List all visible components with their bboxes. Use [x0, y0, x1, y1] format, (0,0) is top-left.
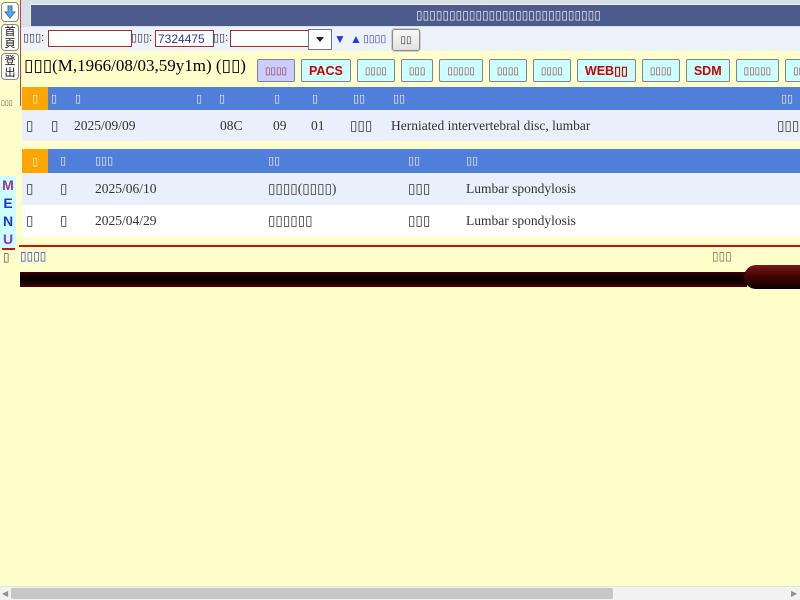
header-cell: ▯▯: [353, 92, 365, 105]
history-header-col0: ▯: [22, 149, 48, 173]
prev-record-arrow[interactable]: ▼: [334, 32, 346, 46]
toolbar: ▯▯▯▯ PACS ▯▯▯▯ ▯▯▯ ▯▯▯▯▯ ▯▯▯▯ ▯▯▯▯ WEB▯▯…: [257, 59, 800, 83]
sidebar-mini-text: ▯▯▯: [1, 99, 13, 107]
toolbar-button-10[interactable]: ▯▯▯▯▯: [736, 59, 780, 82]
footer-link[interactable]: ▯▯▯▯: [20, 249, 46, 263]
toolbar-button-5[interactable]: ▯▯▯▯: [489, 59, 527, 82]
toolbar-button-3[interactable]: ▯▯▯: [401, 59, 434, 82]
pacs-button[interactable]: PACS: [301, 59, 351, 82]
cell: ▯▯▯: [350, 118, 372, 134]
history-diagnosis: Lumbar spondylosis: [466, 181, 576, 197]
menu-letter-label: N: [3, 213, 13, 229]
toolbar-button-2[interactable]: ▯▯▯▯: [357, 59, 395, 82]
chart-number-input[interactable]: [155, 30, 214, 47]
header-cell: ▯: [51, 92, 57, 105]
patient-summary: ▯▯▯(M,1966/08/03,59y1m) (▯▯): [24, 56, 246, 76]
scroll-right-arrow[interactable]: ▶: [791, 588, 797, 599]
header-cell: ▯▯: [781, 92, 793, 105]
go-button-label: ▯▯: [400, 35, 411, 46]
header-cell: ▯: [312, 92, 318, 105]
visit-diagnosis: Herniated intervertebral disc, lumbar: [391, 118, 590, 134]
visits-header-bar: [48, 87, 800, 110]
page-title: ▯▯▯▯▯▯▯▯▯▯▯▯▯▯▯▯▯▯▯▯▯▯▯▯▯▯▯▯: [416, 8, 601, 22]
toolbar-button-0[interactable]: ▯▯▯▯: [257, 59, 295, 82]
cell: ▯▯▯▯(▯▯▯▯): [268, 181, 336, 197]
toolbar-button-4[interactable]: ▯▯▯▯▯: [439, 59, 483, 82]
cell: ▯: [26, 181, 33, 197]
sidebar-bottom-glyph: ▯: [3, 250, 10, 264]
header-cell: ▯: [219, 92, 225, 105]
nav-link-text[interactable]: ▯▯▯▯: [363, 33, 386, 45]
menu-letter-label: M: [2, 177, 14, 193]
field3-label: ▯▯:: [213, 31, 228, 44]
header-cell: ▯▯: [466, 154, 478, 167]
field2-label: ▯▯▯:: [131, 31, 152, 44]
cell: ▯: [60, 181, 67, 197]
web-button[interactable]: WEB▯▯: [577, 59, 636, 82]
header-cell: ▯▯: [408, 154, 420, 167]
history-header-bar: [48, 149, 800, 173]
logout-button[interactable]: 登出: [1, 53, 19, 80]
history-diagnosis: Lumbar spondylosis: [466, 213, 576, 229]
decorative-menu-bar: [20, 272, 747, 287]
cell: ▯▯▯: [408, 213, 430, 229]
cell: ▯▯▯: [777, 118, 799, 134]
menu-letter-u[interactable]: U: [0, 230, 16, 248]
header-cell: ▯▯▯: [95, 154, 113, 167]
header-cell: ▯: [196, 92, 202, 105]
header-cell: ▯: [32, 155, 38, 168]
toolbar-button-6[interactable]: ▯▯▯▯: [533, 59, 571, 82]
history-date: 2025/06/10: [95, 181, 157, 197]
logout-button-label: 登出: [4, 55, 16, 79]
history-date: 2025/04/29: [95, 213, 157, 229]
field3-input[interactable]: [230, 30, 310, 47]
field1-label: ▯▯▯:: [23, 31, 44, 44]
toolbar-button-8[interactable]: ▯▯▯▯: [642, 59, 680, 82]
chevron-down-icon: [316, 37, 324, 42]
scrollbar-thumb[interactable]: [11, 588, 613, 599]
blue-down-arrow-icon: [4, 5, 16, 19]
visits-header-col0: ▯: [22, 87, 48, 110]
toolbar-button-11[interactable]: ▯▯▯▯: [785, 59, 800, 82]
dropdown-select[interactable]: [308, 29, 332, 50]
red-divider: [19, 245, 800, 247]
header-cell: ▯: [60, 154, 66, 167]
cell: 09: [273, 118, 287, 134]
next-record-arrow[interactable]: ▲: [350, 32, 362, 46]
header-cell: ▯▯: [393, 92, 405, 105]
scroll-left-arrow[interactable]: ◀: [2, 588, 8, 599]
cell: 08C: [220, 118, 243, 134]
cell: 01: [311, 118, 325, 134]
cell: ▯: [26, 118, 33, 134]
cell: ▯: [26, 213, 33, 229]
header-cell: ▯: [32, 92, 38, 105]
cell: ▯▯▯: [408, 181, 430, 197]
visit-date: 2025/09/09: [74, 118, 136, 134]
menu-letter-label: U: [3, 231, 13, 247]
title-bar: ▯▯▯▯▯▯▯▯▯▯▯▯▯▯▯▯▯▯▯▯▯▯▯▯▯▯▯▯: [30, 4, 800, 26]
cell: ▯: [60, 213, 67, 229]
application-window: ▯▯▯▯▯▯▯▯▯▯▯▯▯▯▯▯▯▯▯▯▯▯▯▯▯▯▯▯ ▯▯▯: ▯▯▯: ▯…: [0, 0, 800, 600]
content-left-red-border: [20, 0, 21, 106]
collapse-button[interactable]: [1, 2, 19, 22]
sdm-button[interactable]: SDM: [686, 59, 730, 82]
header-cell: ▯: [274, 92, 280, 105]
cell: ▯▯▯▯▯▯: [268, 213, 313, 229]
home-button[interactable]: 首頁: [1, 24, 19, 51]
decorative-menu-bar-endcap: [744, 265, 800, 289]
menu-letter-e[interactable]: E: [0, 194, 16, 212]
menu-letter-label: E: [3, 195, 12, 211]
field1-input[interactable]: [48, 30, 132, 47]
go-button[interactable]: ▯▯: [392, 29, 420, 51]
menu-letter-m[interactable]: M: [0, 176, 16, 194]
footer-status-text: ▯▯▯: [712, 249, 732, 263]
header-cell: ▯: [75, 92, 81, 105]
cell: ▯: [51, 118, 58, 134]
header-cell: ▯▯: [268, 154, 280, 167]
home-button-label: 首頁: [4, 26, 16, 50]
menu-letter-n[interactable]: N: [0, 212, 16, 230]
